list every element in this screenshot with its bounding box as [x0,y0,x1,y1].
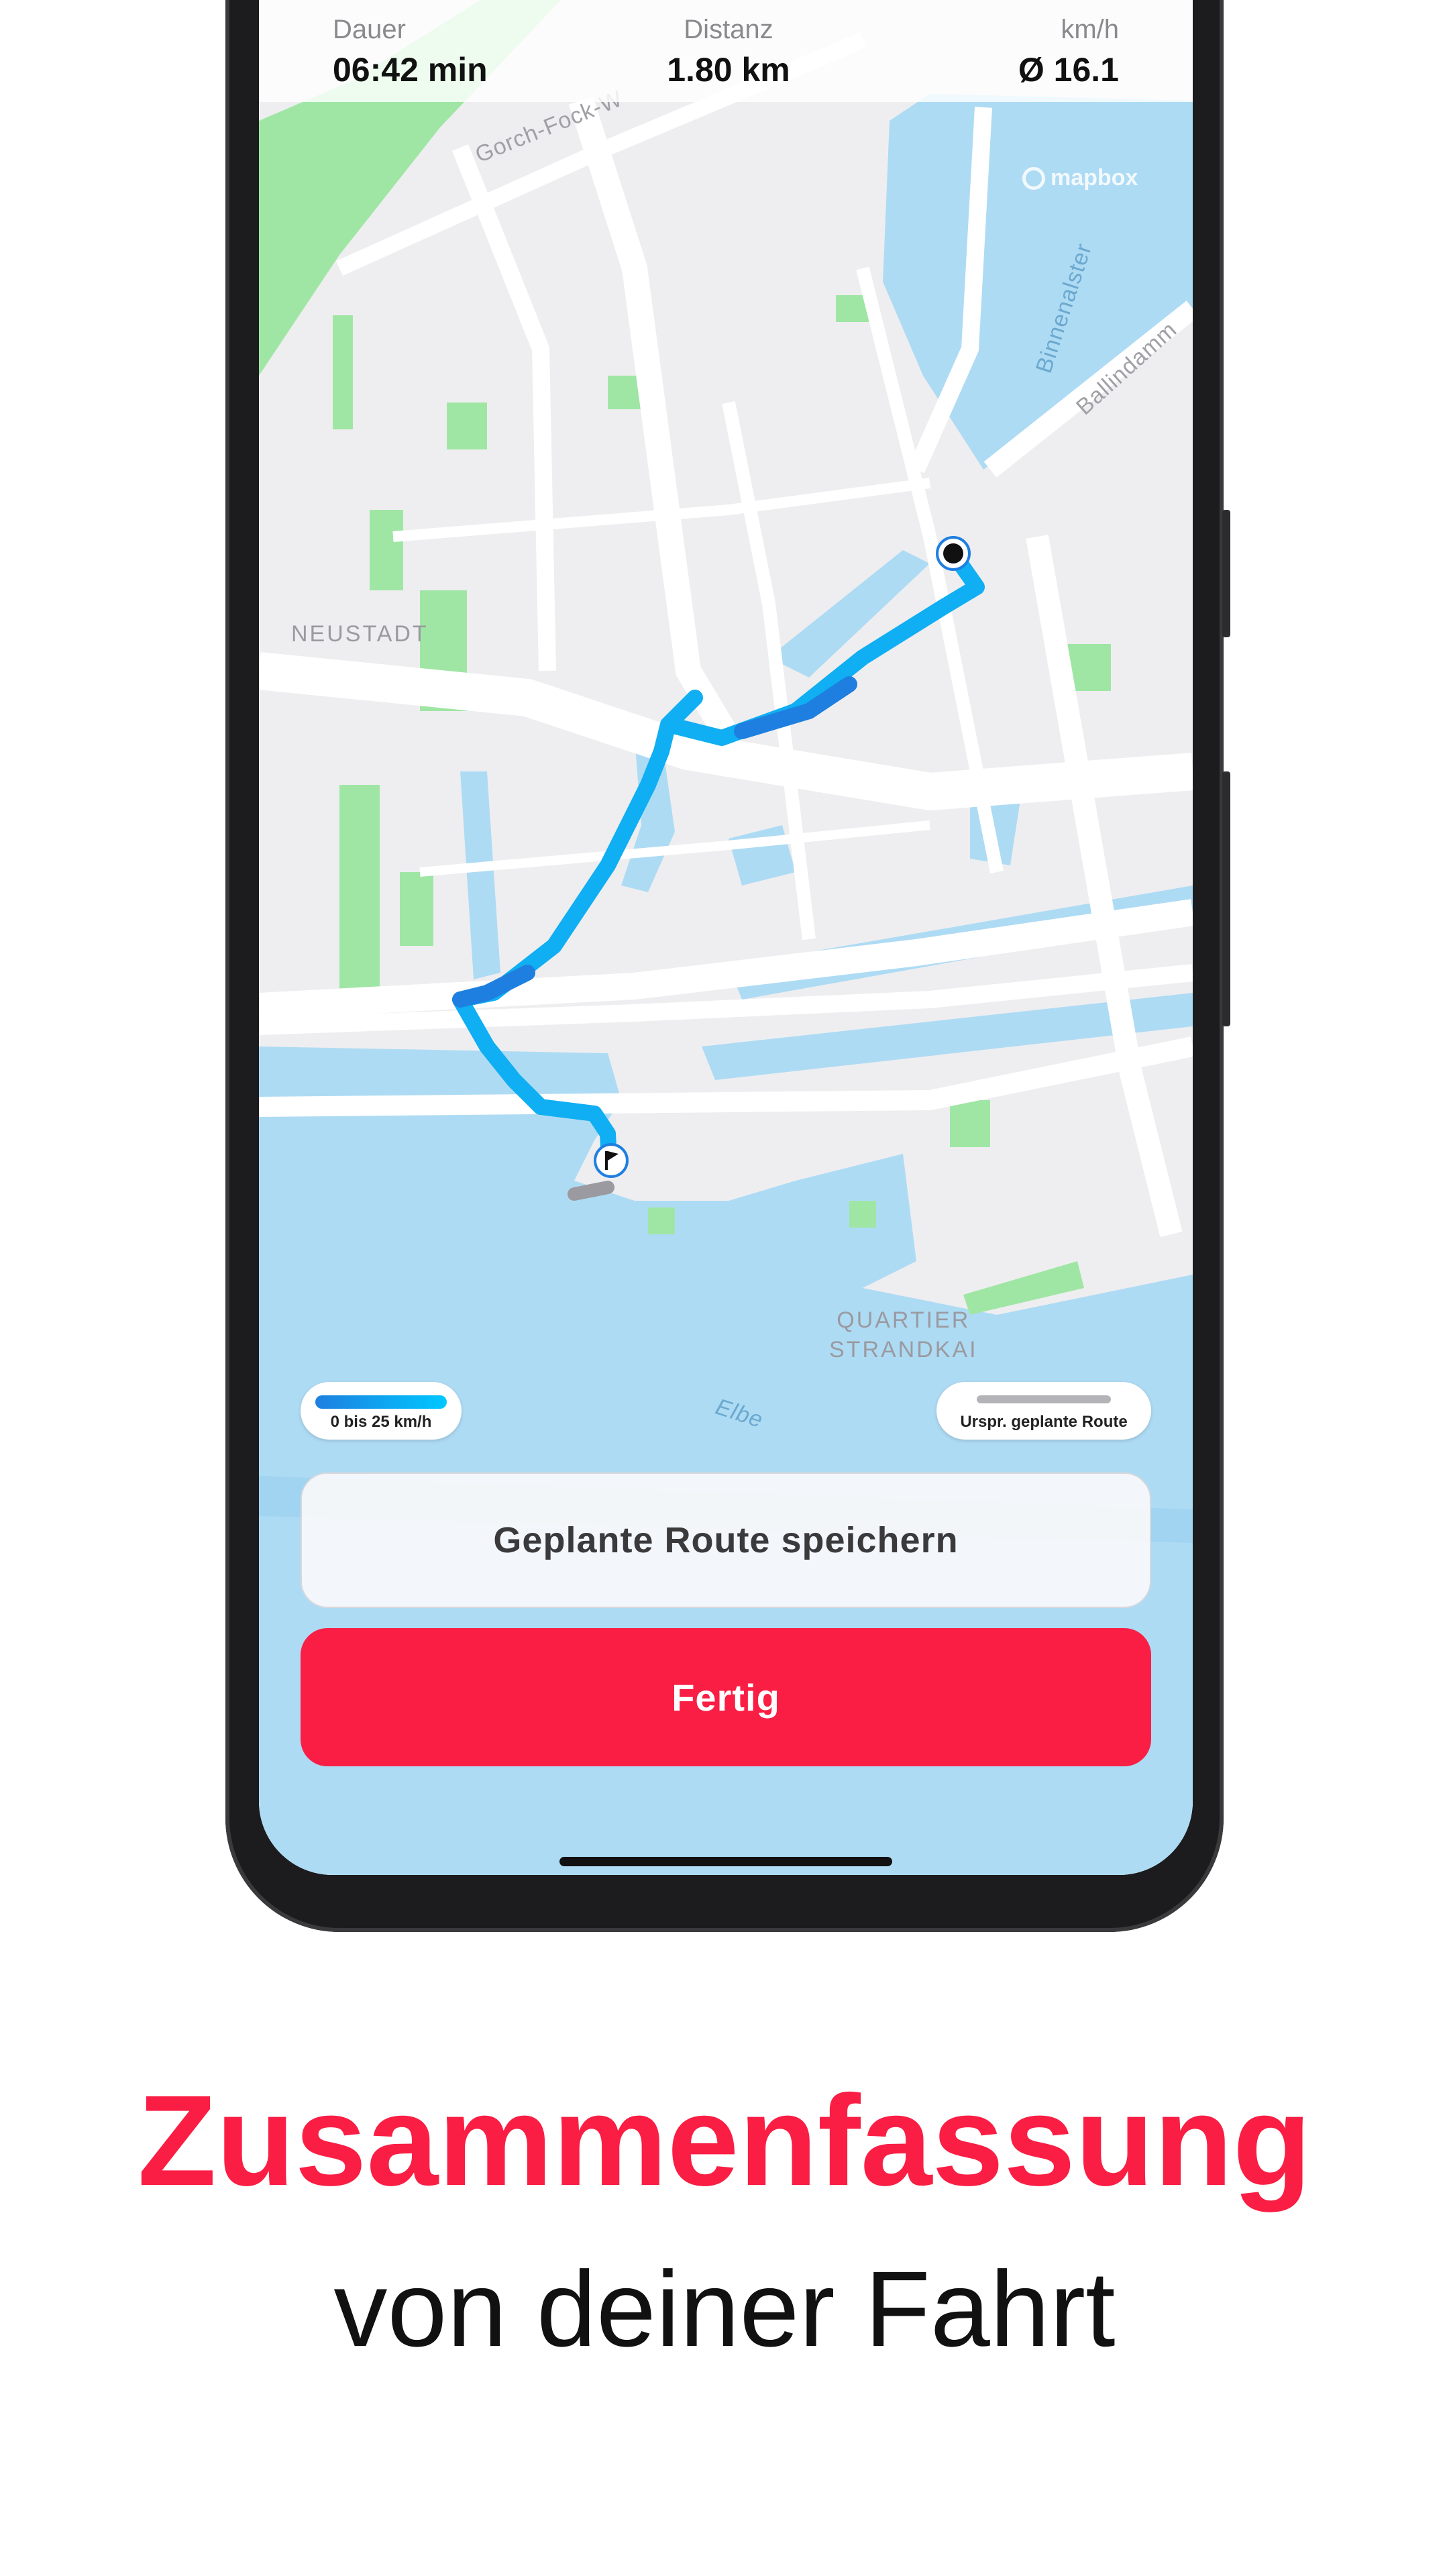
mapbox-icon [1022,166,1045,190]
ride-stats-bar: Dauer 06:42 min Distanz 1.80 km km/h Ø 1… [259,0,1193,102]
district-label-line: STRANDKAI [829,1337,978,1362]
speed-label: km/h [1061,15,1119,44]
speed-gradient-bar [315,1395,447,1409]
distance-label: Distanz [684,15,773,44]
volume-button [1222,510,1230,637]
power-button [1222,771,1230,1026]
distance-value: 1.80 km [667,51,790,89]
duration-value: 06:42 min [333,51,488,89]
mapbox-text: mapbox [1051,165,1138,191]
app-screen: Gorch-Fock-W Binnenalster Ballindamm NEU… [259,0,1193,1875]
planned-route-legend-text: Urspr. geplante Route [960,1413,1128,1431]
duration-stat: Dauer 06:42 min [333,15,488,89]
speed-legend: 0 bis 25 km/h [301,1382,462,1440]
promo-headline: Zusammenfassung [138,2068,1311,2212]
finish-flag-marker [594,1143,629,1178]
distance-stat: Distanz 1.80 km [661,15,796,89]
planned-route-line [568,1181,614,1201]
district-label-line: QUARTIER [837,1307,971,1333]
district-label: NEUSTADT [291,621,429,647]
speed-value: Ø 16.1 [1018,51,1119,89]
district-label: QUARTIER STRANDKAI [829,1305,978,1364]
speed-stat: km/h Ø 16.1 [1018,15,1119,89]
save-planned-route-button[interactable]: Geplante Route speichern [301,1472,1151,1608]
duration-label: Dauer [333,15,406,44]
promo-subline: von deiner Fahrt [333,2249,1116,2369]
home-indicator[interactable] [559,1857,892,1866]
speed-legend-text: 0 bis 25 km/h [330,1413,432,1431]
planned-route-legend: Urspr. geplante Route [936,1382,1151,1440]
done-button[interactable]: Fertig [301,1628,1151,1766]
mapbox-attribution[interactable]: mapbox [1022,165,1138,191]
planned-route-bar [977,1395,1111,1403]
